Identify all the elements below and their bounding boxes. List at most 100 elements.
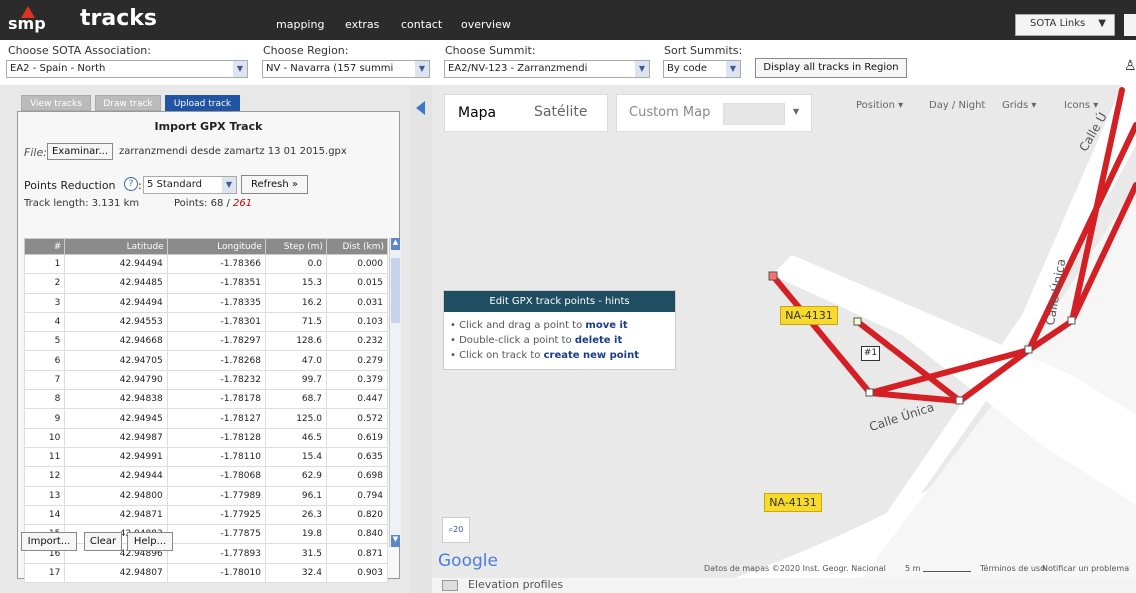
sota-links-dropdown[interactable]: SOTA Links ▼ (1015, 14, 1115, 36)
table-cell: 42.94945 (64, 408, 168, 429)
table-row[interactable]: 4 42.94553 -1.78301 71.5 0.103 (23, 311, 389, 333)
table-row[interactable]: 2 42.94485 -1.78351 15.3 0.015 (23, 273, 389, 294)
column-header[interactable]: Latitude (64, 238, 168, 255)
table-cell: 14 (23, 504, 66, 526)
map-scale[interactable]: 5 m (905, 564, 920, 573)
table-cell: -1.78110 (166, 446, 266, 468)
elevation-profiles-label[interactable]: Elevation profiles (468, 578, 563, 591)
help-icon[interactable]: ? (124, 177, 138, 191)
table-cell: 42.94838 (64, 389, 168, 410)
selector-row: Choose SOTA Association: EA2 - Spain - N… (0, 40, 1136, 85)
nav-overview[interactable]: overview (461, 18, 511, 31)
refresh-button[interactable]: Refresh » (241, 175, 308, 194)
table-row[interactable]: 17 42.94807 -1.78010 32.4 0.903 (23, 562, 389, 584)
map-type-mapa[interactable]: Mapa (458, 105, 496, 121)
table-cell: 47.0 (264, 350, 327, 371)
table-cell: 0.379 (325, 369, 389, 391)
reduction-value: 5 Standard (147, 179, 203, 190)
report-problem-link[interactable]: Notificar un problema (1042, 564, 1129, 573)
map-type-satellite[interactable]: Satélite (534, 104, 587, 120)
table-cell: -1.77893 (166, 543, 266, 564)
table-row[interactable]: 10 42.94987 -1.78128 46.5 0.619 (23, 427, 389, 448)
table-row[interactable]: 1542.94883-1.7787519.80.840 (23, 524, 389, 545)
table-cell: 10 (23, 427, 66, 448)
file-name: zarranzmendi desde zamartz 13 01 2015.gp… (119, 146, 347, 157)
nav-extras[interactable]: extras (345, 18, 379, 31)
terms-link[interactable]: Términos de uso (980, 564, 1045, 573)
table-cell: 0.015 (325, 273, 389, 294)
summit-select[interactable]: EA2/NV-123 - Zarranzmendi ▼ (444, 60, 650, 78)
chevron-down-icon: ▼ (233, 61, 247, 77)
scroll-down-icon[interactable]: ▼ (391, 535, 400, 547)
table-cell: 0.635 (325, 446, 389, 468)
region-select[interactable]: NV - Navarra (157 summi ▼ (262, 60, 430, 78)
left-panel: View tracks Draw track Upload track Impo… (0, 85, 410, 593)
table-row[interactable]: 9 42.94945 -1.78127 125.0 0.572 (23, 408, 389, 429)
sort-label: Sort Summits: (664, 44, 743, 57)
table-row[interactable]: 13 42.94800 -1.77989 96.1 0.794 (23, 485, 389, 506)
site-logo[interactable]: smp (8, 6, 46, 34)
table-cell: 0.000 (325, 253, 389, 275)
extra-menu-button[interactable] (1124, 14, 1136, 36)
table-row[interactable]: 7 42.94790 -1.78232 99.7 0.379 (23, 369, 389, 391)
table-row[interactable]: 1 42.94494 -1.78366 0.0 0.000 (23, 253, 389, 275)
sort-select[interactable]: By code ▼ (663, 60, 741, 78)
reduction-select[interactable]: 5 Standard ▼ (143, 176, 237, 194)
table-row[interactable]: 6 42.94705 -1.78268 47.0 0.279 (23, 350, 389, 371)
table-row[interactable]: 8 42.94838 -1.78178 68.7 0.447 (23, 389, 389, 410)
position-control[interactable]: Position ▾ (856, 100, 903, 111)
hint-row: • Click and drag a point to move it (450, 320, 628, 331)
table-cell: -1.78366 (166, 253, 266, 275)
table-row[interactable]: 3 42.94494 -1.78335 16.2 0.031 (23, 292, 389, 313)
association-select[interactable]: EA2 - Spain - North ▼ (6, 60, 248, 78)
table-row[interactable]: 5 42.94668 -1.78297 128.6 0.232 (23, 331, 389, 352)
table-cell: 0.903 (325, 562, 389, 584)
table-cell: -1.78301 (166, 311, 266, 333)
column-header[interactable]: # (23, 238, 66, 255)
scale-bar (923, 571, 971, 572)
custom-map-select[interactable] (723, 103, 785, 125)
sort-value: By code (667, 63, 708, 74)
import-button[interactable]: Import... (21, 532, 77, 551)
day-night-control[interactable]: Day / Night (929, 100, 985, 111)
grids-control[interactable]: Grids ▾ (1002, 100, 1036, 111)
zoom-tool-icon[interactable]: ⌕20 (442, 517, 470, 543)
custom-map-control[interactable]: Custom Map ▼ (616, 94, 812, 132)
person-icon[interactable]: ♙ (1124, 58, 1136, 74)
table-row[interactable]: 12 42.94944 -1.78068 62.9 0.698 (23, 466, 389, 487)
icons-control[interactable]: Icons ▾ (1064, 100, 1098, 111)
tab-draw-track[interactable]: Draw track (95, 95, 161, 111)
elevation-icon (442, 580, 458, 591)
tab-upload-track[interactable]: Upload track (165, 95, 240, 111)
table-cell: 17 (23, 562, 66, 584)
table-cell: 42.94944 (64, 466, 168, 487)
table-row[interactable]: 14 42.94871 -1.77925 26.3 0.820 (23, 504, 389, 526)
panel-splitter[interactable] (410, 85, 432, 593)
table-cell: 3 (23, 292, 66, 313)
table-cell: 7 (23, 369, 66, 391)
tab-view-tracks[interactable]: View tracks (21, 95, 91, 111)
table-cell: 6 (23, 350, 66, 371)
column-header[interactable]: Step (m) (264, 238, 327, 255)
table-cell: 68.7 (264, 389, 327, 410)
scroll-up-icon[interactable]: ▲ (391, 238, 400, 250)
table-cell: 96.1 (264, 485, 327, 506)
table-scrollbar[interactable]: ▲ ▼ (389, 238, 401, 547)
help-button[interactable]: Help... (127, 532, 173, 551)
collapse-left-icon[interactable] (416, 101, 425, 115)
clear-button[interactable]: Clear (84, 532, 122, 551)
top-bar: smp tracks mapping extras contact overvi… (0, 0, 1136, 40)
table-cell: 0.698 (325, 466, 389, 487)
column-header[interactable]: Dist (km) (325, 238, 389, 255)
scrollbar-thumb[interactable] (391, 258, 400, 323)
table-cell: 32.4 (264, 562, 327, 584)
display-all-tracks-button[interactable]: Display all tracks in Region (755, 58, 907, 78)
column-header[interactable]: Longitude (166, 238, 266, 255)
table-row[interactable]: 11 42.94991 -1.78110 15.4 0.635 (23, 446, 389, 468)
nav-mapping[interactable]: mapping (276, 18, 324, 31)
nav-contact[interactable]: contact (401, 18, 442, 31)
table-row[interactable]: 16 42.94896 -1.77893 31.5 0.871 (23, 543, 389, 564)
elevation-bar[interactable]: Elevation profiles (432, 578, 1136, 593)
browse-file-button[interactable]: Examinar... (47, 143, 113, 160)
import-heading: Import GPX Track (154, 120, 263, 133)
